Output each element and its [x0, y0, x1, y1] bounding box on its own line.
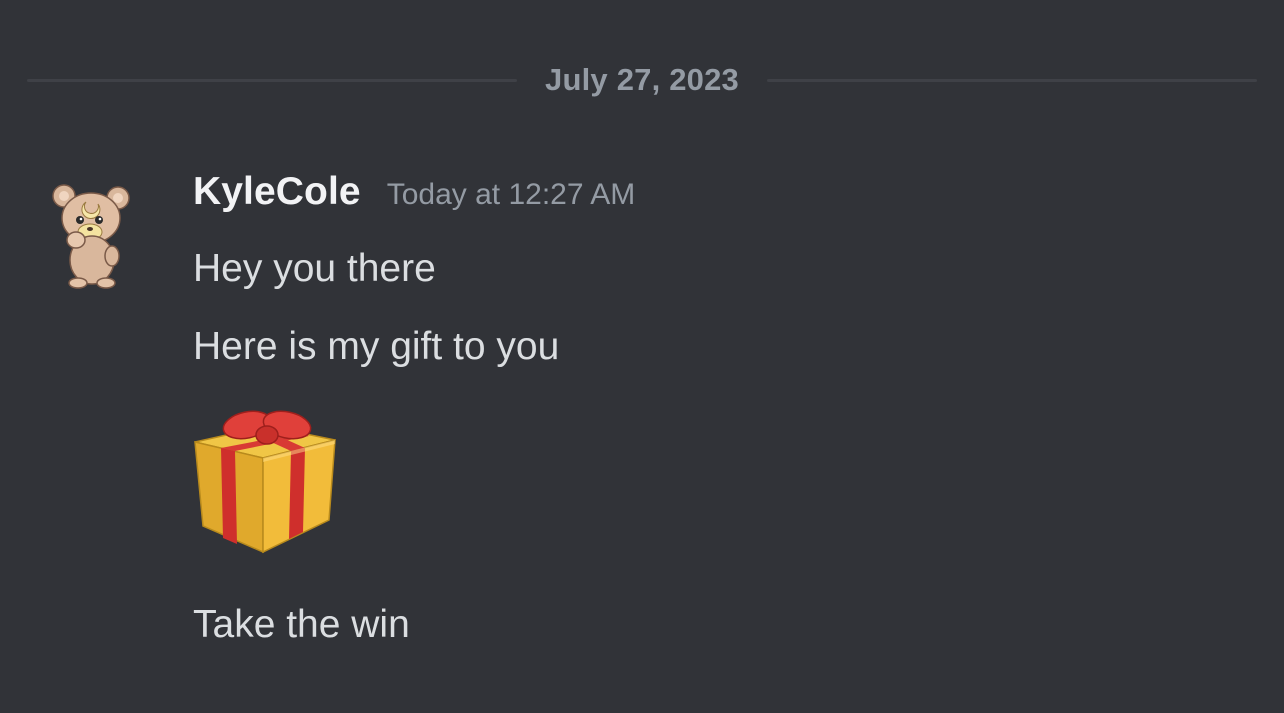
divider-date: July 27, 2023	[545, 62, 739, 97]
chat-message: KyleCole Today at 12:27 AM Hey you there…	[193, 170, 1244, 648]
gift-emoji-icon[interactable]	[191, 408, 339, 556]
message-author[interactable]: KyleCole	[193, 170, 361, 214]
message-timestamp[interactable]: Today at 12:27 AM	[387, 178, 636, 212]
message-text: Take the win	[193, 603, 410, 646]
chat-view: July 27, 2023 KyleCole Today at 12:27 AM…	[0, 0, 1284, 713]
message-text: Here is my gift to you	[193, 325, 560, 368]
divider-line-left	[27, 78, 518, 82]
divider-line-right	[766, 78, 1258, 82]
message-header: KyleCole Today at 12:27 AM	[193, 170, 1244, 232]
teddy-bear-avatar-icon[interactable]	[46, 178, 138, 293]
message-text: Hey you there	[193, 247, 436, 290]
date-divider: July 27, 2023	[27, 58, 1258, 102]
